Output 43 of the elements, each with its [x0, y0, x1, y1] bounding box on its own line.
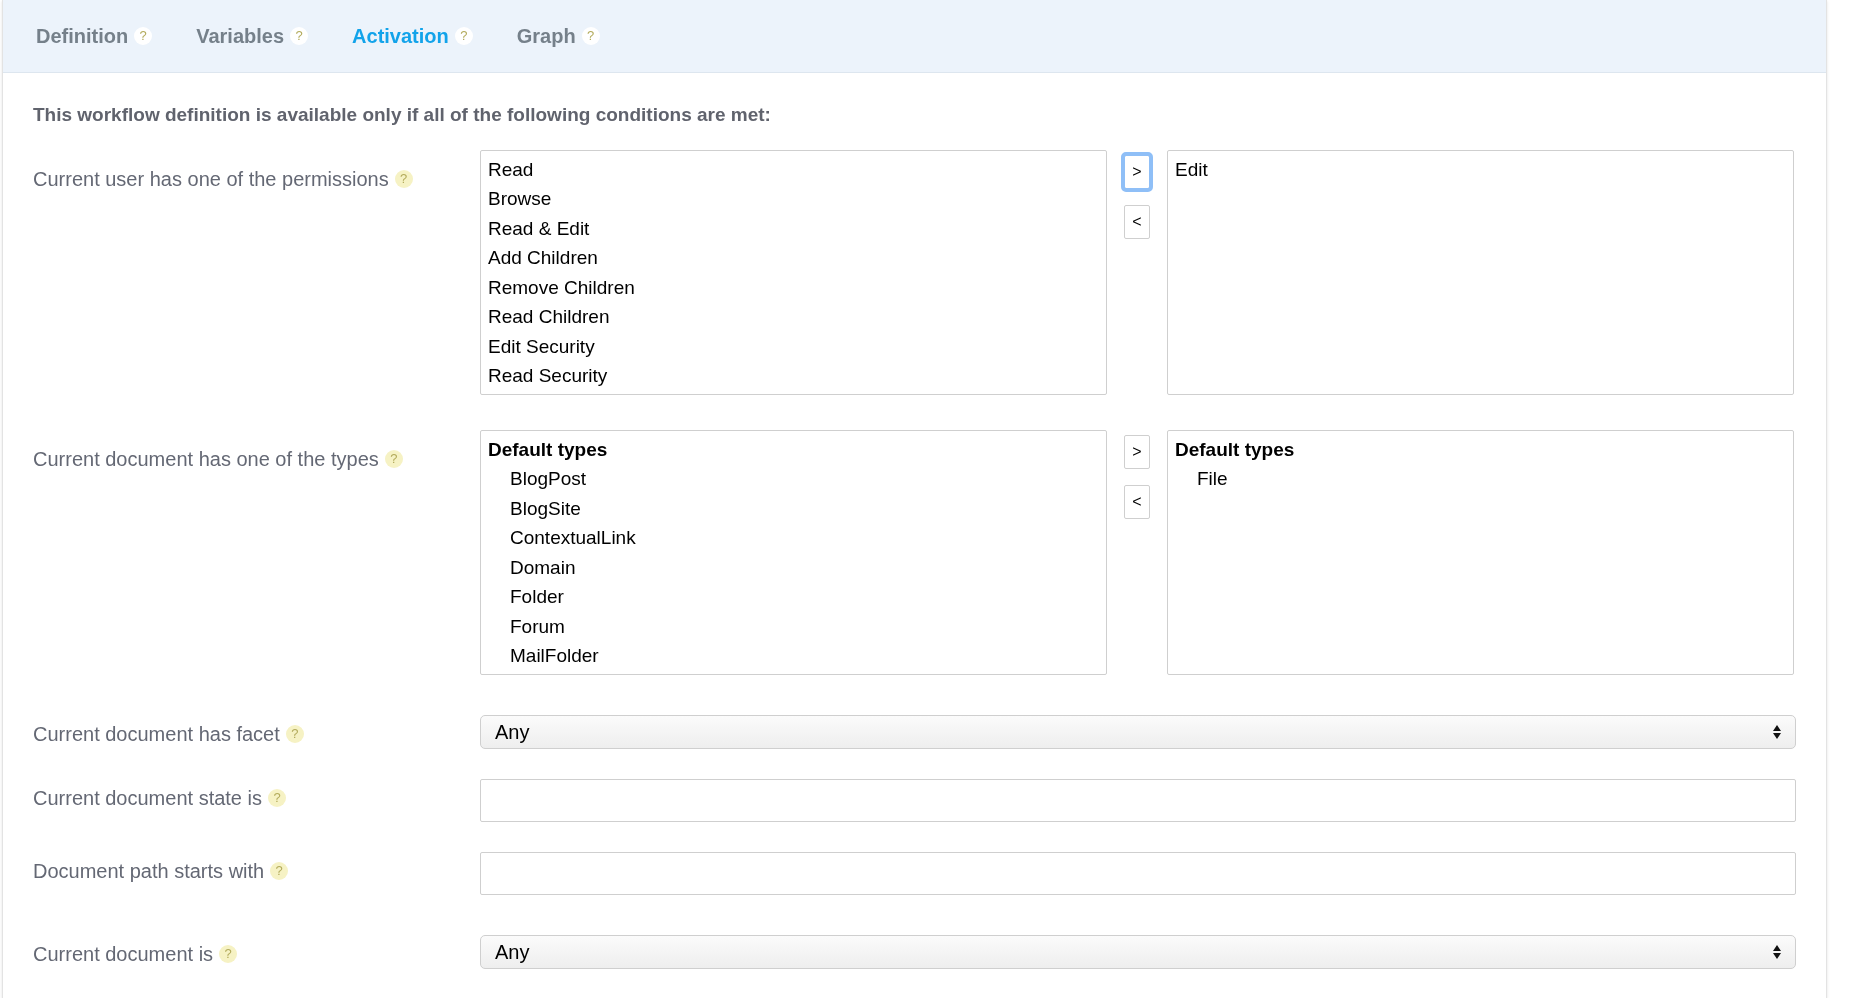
text-field[interactable]: [480, 778, 1796, 822]
section-heading: This workflow definition is available only if all of the following conditions are met:: [33, 103, 772, 127]
tab[interactable]: Definition: [36, 21, 129, 51]
move-button[interactable]: <: [1124, 484, 1150, 519]
list-option[interactable]: Remove Children: [488, 272, 1099, 302]
move-button[interactable]: >: [1124, 154, 1150, 189]
list-option[interactable]: MailFolder: [488, 641, 1099, 671]
list-option[interactable]: Read Children: [488, 302, 1099, 332]
list-option[interactable]: Browse: [488, 184, 1099, 214]
field-label: Document path starts with: [33, 858, 265, 884]
list-option[interactable]: Read & Edit: [488, 213, 1099, 243]
list-option[interactable]: Domain: [488, 552, 1099, 582]
list-option[interactable]: Read: [488, 154, 1099, 184]
list-box[interactable]: Edit: [1167, 149, 1794, 395]
move-button[interactable]: >: [1124, 434, 1150, 469]
group-header: Default types: [1175, 437, 1296, 462]
list-box[interactable]: Default types BlogPost BlogSite ContextualLink Domain Folder Forum MailFolder: [480, 429, 1107, 675]
select-dropdown[interactable]: Any: [480, 934, 1796, 969]
list-option[interactable]: Edit Security: [488, 331, 1099, 361]
text-field[interactable]: [480, 851, 1796, 895]
list-box[interactable]: Read Browse Read & Edit Add Children Remove Children Read Children Edit Security Read Security: [480, 149, 1107, 395]
list-option[interactable]: BlogSite: [488, 493, 1099, 523]
tab[interactable]: Graph: [516, 21, 576, 51]
list-option[interactable]: BlogPost: [488, 464, 1099, 494]
list-option[interactable]: Read Security: [488, 361, 1099, 391]
list-option[interactable]: File: [1175, 464, 1786, 494]
select-dropdown[interactable]: Any: [480, 714, 1796, 749]
list-option[interactable]: Forum: [488, 611, 1099, 641]
tab[interactable]: Variables: [196, 21, 285, 51]
list-box[interactable]: Default types File: [1167, 429, 1794, 675]
list-option[interactable]: Add Children: [488, 243, 1099, 273]
field-label: Current document state is: [33, 785, 262, 811]
move-button[interactable]: <: [1124, 204, 1150, 239]
field-label: Current document has one of the types: [33, 446, 379, 472]
list-option[interactable]: Edit: [1175, 154, 1786, 184]
up-down-arrows-icon: [1773, 723, 1781, 740]
group-header: Default types: [488, 437, 609, 462]
field-label: Current document has facet: [33, 721, 280, 747]
field-label: Current document is: [33, 941, 214, 967]
list-option[interactable]: ContextualLink: [488, 523, 1099, 553]
up-down-arrows-icon: [1773, 943, 1781, 960]
list-option[interactable]: Folder: [488, 582, 1099, 612]
field-label: Current user has one of the permissions: [33, 166, 389, 192]
